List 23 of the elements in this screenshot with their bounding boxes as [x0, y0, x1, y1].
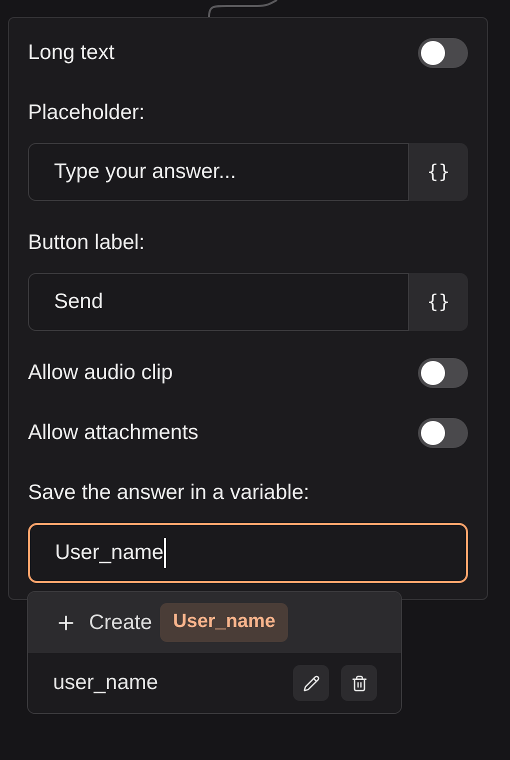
toggle-switch[interactable]	[418, 418, 468, 448]
field-label: Save the answer in a variable:	[28, 480, 310, 506]
setting-label: Allow audio clip	[28, 360, 173, 386]
variable-input[interactable]: User_name	[28, 523, 468, 583]
delete-button[interactable]	[341, 665, 377, 701]
toggle-switch[interactable]	[418, 38, 468, 68]
create-option[interactable]: Create User_name	[28, 592, 401, 653]
connector-line	[207, 0, 279, 17]
variable-chip: User_name	[160, 603, 288, 642]
setting-label: Long text	[28, 40, 114, 66]
variable-name: user_name	[53, 670, 160, 696]
field-label: Placeholder:	[28, 100, 145, 126]
field-label: Button label:	[28, 230, 145, 256]
variable-button[interactable]: {}	[409, 273, 468, 331]
edit-button[interactable]	[293, 665, 329, 701]
toggle-switch[interactable]	[418, 358, 468, 388]
setting-label: Allow attachments	[28, 420, 198, 446]
create-label: Create	[89, 610, 152, 636]
trash-icon	[350, 674, 368, 692]
variable-button[interactable]: {}	[409, 143, 468, 201]
text-field[interactable]: Type your answer...	[28, 143, 409, 201]
pencil-icon	[302, 674, 320, 692]
text-field[interactable]: Send	[28, 273, 409, 331]
